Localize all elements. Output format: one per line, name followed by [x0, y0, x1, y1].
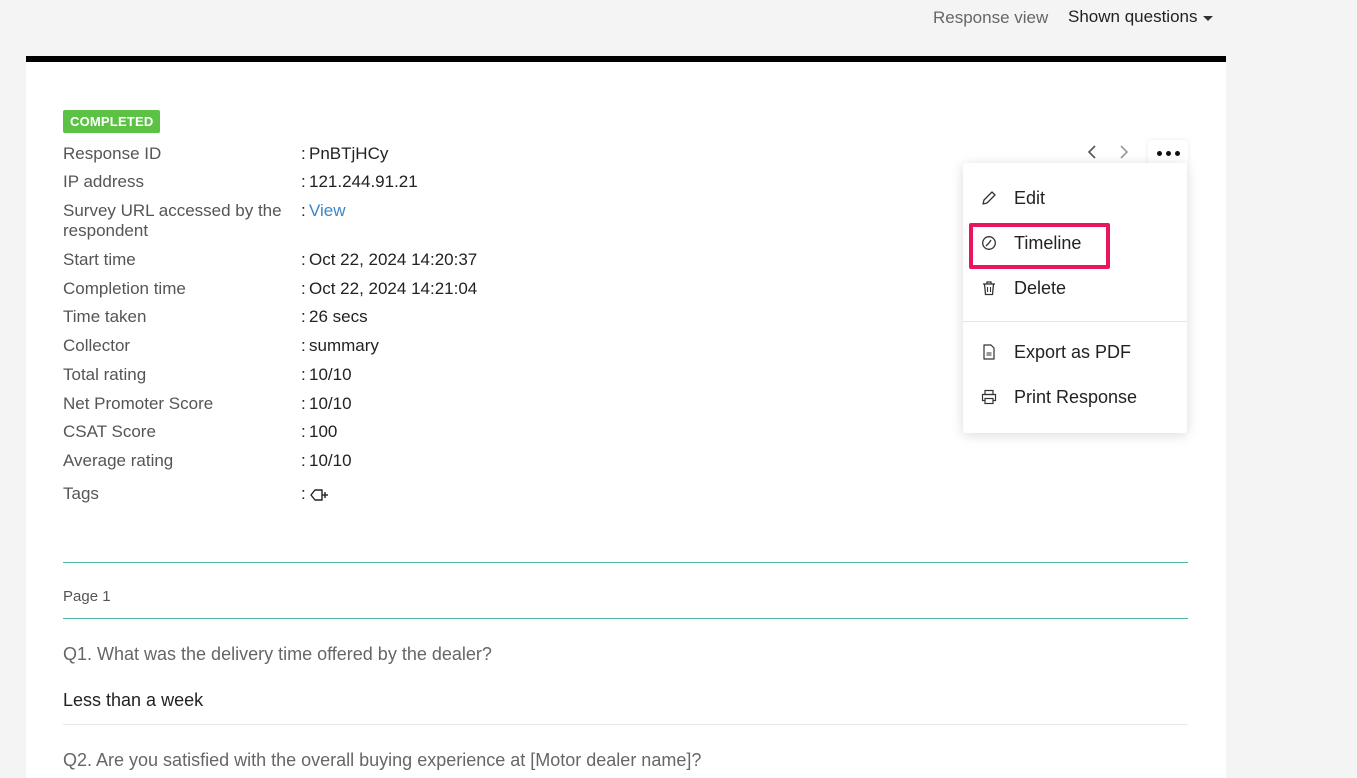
menu-item-timeline[interactable]: Timeline: [963, 223, 1187, 263]
pdf-icon: [980, 343, 998, 361]
menu-item-label: Delete: [1014, 277, 1067, 298]
page-label: Page 1: [63, 588, 111, 605]
detail-value: 10/10: [309, 451, 352, 470]
response-navigation: [1084, 142, 1132, 162]
detail-label: CSAT Score: [63, 422, 156, 441]
previous-response-button[interactable]: [1084, 142, 1100, 162]
chevron-right-icon: [1120, 145, 1129, 159]
trash-icon: [980, 279, 998, 297]
more-dot-icon: [1165, 150, 1171, 156]
detail-separator: :: [301, 307, 306, 326]
detail-label: IP address: [63, 172, 144, 191]
detail-label: Completion time: [63, 279, 186, 298]
detail-separator: :: [301, 365, 306, 384]
detail-value: 10/10: [309, 394, 352, 413]
detail-value: 10/10: [309, 365, 352, 384]
detail-label: Collector: [63, 336, 131, 355]
view-url-link[interactable]: View: [309, 201, 346, 221]
detail-value: PnBTjHCy: [309, 144, 389, 163]
more-dot-icon: [1156, 150, 1162, 156]
pencil-icon: [980, 189, 998, 207]
status-badge: COMPLETED: [63, 110, 161, 133]
response-card: COMPLETED Response ID : PnBTjHCy IP addr…: [26, 56, 1226, 778]
menu-item-export-pdf[interactable]: Export as PDF: [963, 332, 1187, 372]
menu-divider: [963, 321, 1187, 322]
menu-item-label: Edit: [1014, 187, 1046, 208]
menu-item-edit[interactable]: Edit: [963, 178, 1187, 218]
add-tag-icon: [310, 488, 328, 501]
detail-separator: :: [301, 172, 306, 191]
menu-item-print-response[interactable]: Print Response: [963, 377, 1187, 417]
printer-icon: [980, 388, 998, 406]
shown-questions-label: Shown questions: [1068, 7, 1198, 26]
more-options-menu: Edit Timeline Delete Export as PDF Print…: [963, 163, 1187, 433]
detail-label: Start time: [63, 250, 136, 269]
shown-questions-dropdown[interactable]: Shown questions: [1068, 7, 1214, 27]
top-bar: Response view Shown questions: [0, 0, 1357, 36]
add-tag-button[interactable]: [309, 484, 329, 504]
menu-item-label: Print Response: [1014, 386, 1138, 407]
detail-separator: :: [301, 279, 306, 298]
detail-label: Total rating: [63, 365, 147, 384]
detail-label: Survey URL accessed by the respondent: [63, 201, 282, 240]
detail-label: Average rating: [63, 451, 174, 470]
chevron-left-icon: [1087, 145, 1096, 159]
menu-item-label: Timeline: [1014, 232, 1082, 253]
detail-separator: :: [301, 250, 306, 269]
section-divider: [63, 618, 1188, 619]
detail-separator: :: [301, 451, 306, 470]
detail-value: Oct 22, 2024 14:20:37: [309, 250, 478, 269]
answer-text: Less than a week: [63, 690, 204, 710]
detail-value: Oct 22, 2024 14:21:04: [309, 279, 478, 298]
caret-down-icon: [1203, 15, 1214, 21]
detail-value: 121.244.91.21: [309, 172, 418, 191]
next-response-button[interactable]: [1116, 142, 1132, 162]
question-text: Q1. What was the delivery time offered b…: [63, 644, 492, 664]
detail-value: summary: [309, 336, 379, 355]
detail-value: 100: [309, 422, 338, 441]
menu-item-delete[interactable]: Delete: [963, 268, 1187, 308]
detail-separator: :: [301, 201, 306, 220]
section-divider: [63, 562, 1188, 563]
detail-label: Tags: [63, 484, 99, 503]
detail-label: Time taken: [63, 307, 147, 326]
detail-separator: :: [301, 394, 306, 413]
detail-label: Response ID: [63, 144, 162, 163]
detail-value: 26 secs: [309, 307, 368, 326]
question-divider: [63, 724, 1188, 725]
response-view-label[interactable]: Response view: [933, 8, 1048, 28]
more-dot-icon: [1174, 150, 1180, 156]
detail-separator: :: [301, 484, 306, 503]
detail-separator: :: [301, 422, 306, 441]
detail-label: Net Promoter Score: [63, 394, 214, 413]
clock-icon: [980, 234, 998, 252]
menu-item-label: Export as PDF: [1014, 341, 1132, 362]
detail-separator: :: [301, 144, 306, 163]
question-text: Q2. Are you satisfied with the overall b…: [63, 750, 702, 770]
detail-separator: :: [301, 336, 306, 355]
